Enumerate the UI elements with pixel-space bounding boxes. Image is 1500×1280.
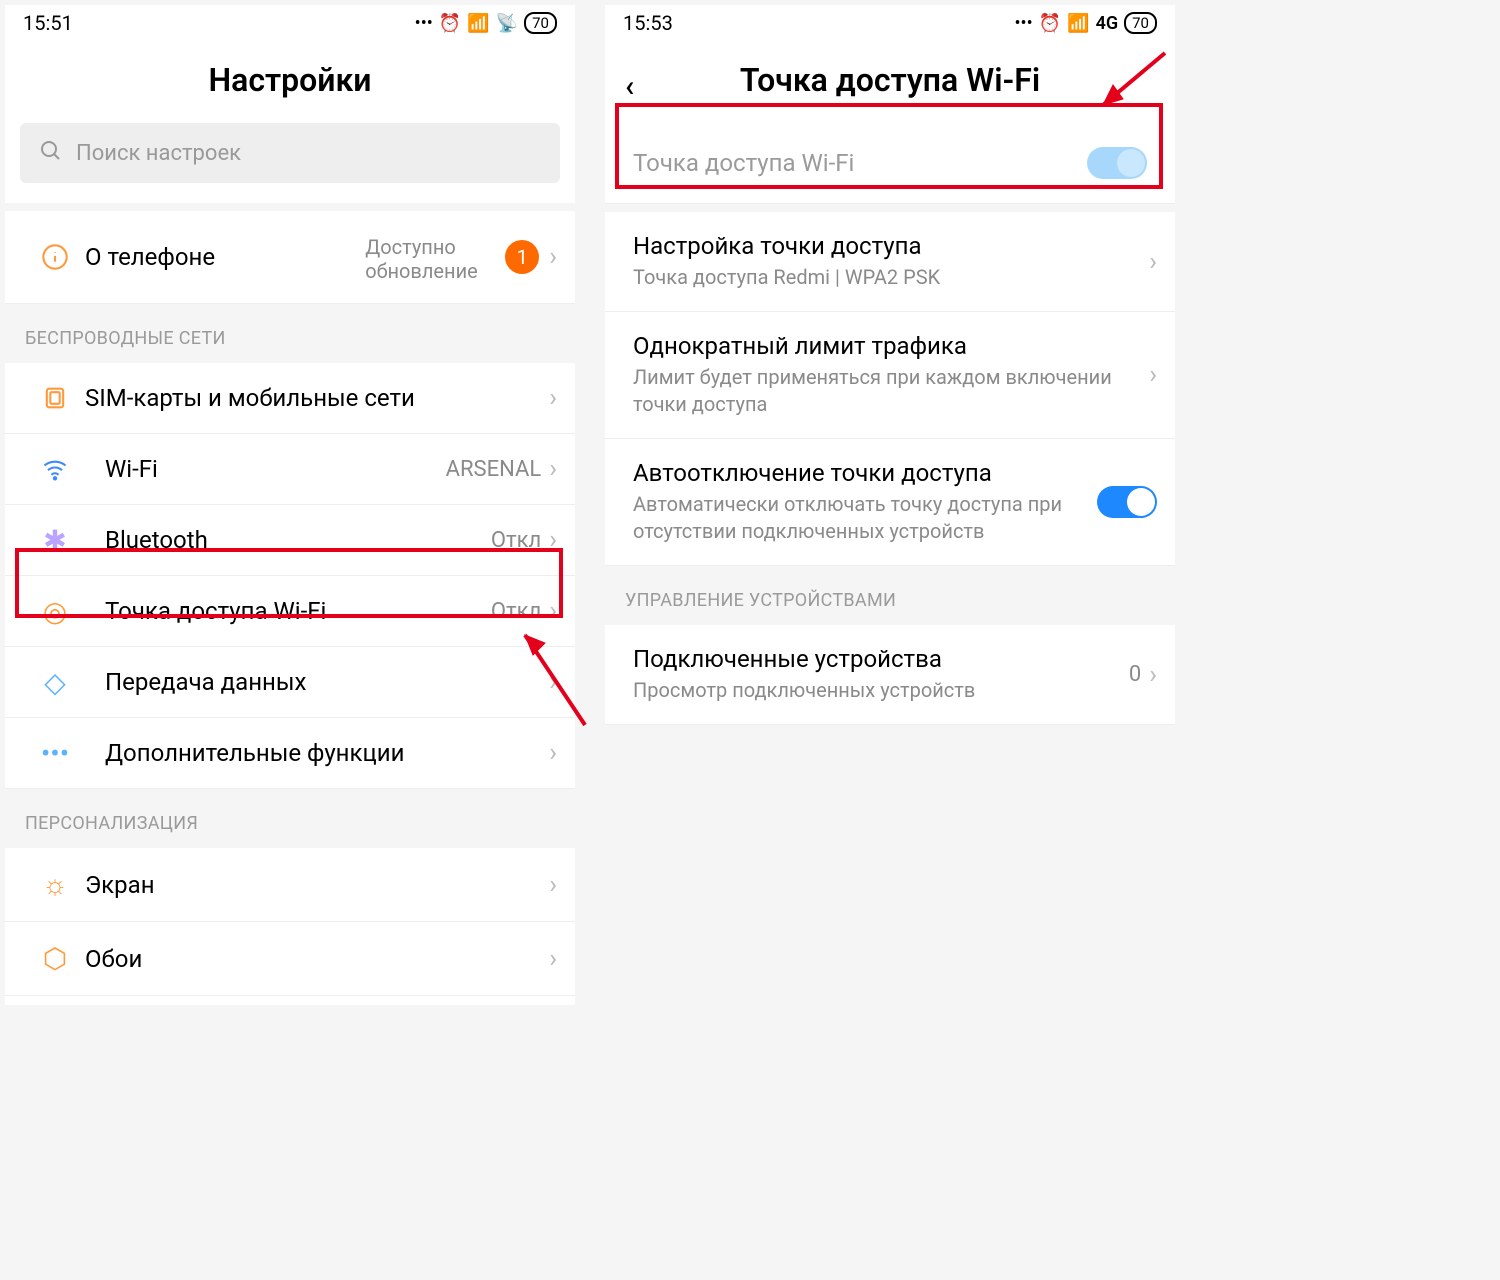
chevron-right-icon: › [549, 667, 557, 697]
status-bar: 15:51 ••• ⏰ 📶 📡 70 [5, 5, 575, 41]
display-icon: ☼ [25, 868, 85, 901]
info-icon [25, 243, 85, 271]
sim-icon [25, 384, 85, 412]
wifi-icon [25, 455, 85, 483]
update-badge: 1 [505, 240, 539, 274]
chevron-right-icon: › [549, 596, 557, 626]
row-subtitle: Просмотр подключенных устройств [633, 677, 1129, 704]
page-title: Настройки [5, 41, 575, 123]
search-placeholder: Поиск настроек [76, 141, 241, 166]
battery-icon: 70 [524, 12, 557, 34]
row-title: Подключенные устройства [633, 645, 1129, 673]
section-devices: УПРАВЛЕНИЕ УСТРОЙСТВАМИ [605, 566, 1175, 625]
chevron-right-icon: › [549, 870, 557, 900]
row-about-phone[interactable]: О телефоне Доступно обновление 1 › [5, 211, 575, 304]
row-title: Точка доступа Wi-Fi [633, 149, 1087, 177]
row-title: Экран [85, 871, 549, 899]
row-subtitle: Автоматически отключать точку доступа пр… [633, 491, 1097, 545]
chevron-right-icon: › [549, 738, 557, 768]
row-title: Bluetooth [105, 526, 491, 554]
row-traffic-limit[interactable]: Однократный лимит трафика Лимит будет пр… [605, 312, 1175, 439]
battery-icon: 70 [1124, 12, 1157, 34]
more-icon: ••• [415, 13, 433, 34]
row-connected-devices[interactable]: Подключенные устройства Просмотр подключ… [605, 625, 1175, 725]
row-data-usage[interactable]: ◇ Передача данных › [5, 647, 575, 718]
row-title: Настройка точки доступа [633, 232, 1149, 260]
alarm-icon: ⏰ [439, 13, 461, 34]
row-sim[interactable]: SIM-карты и мобильные сети › [5, 363, 575, 434]
row-title: Однократный лимит трафика [633, 332, 1149, 360]
wallpaper-icon: ⬡ [25, 942, 85, 975]
row-title: SIM-карты и мобильные сети [85, 384, 549, 412]
status-icons: ••• ⏰ 📶 4G 70 [1014, 12, 1157, 34]
row-title: Обои [85, 945, 549, 973]
row-auto-off[interactable]: Автоотключение точки доступа Автоматичес… [605, 439, 1175, 566]
row-value: Откл [491, 528, 541, 553]
signal-icon: 📶 [467, 13, 489, 34]
status-time: 15:51 [23, 11, 73, 35]
row-subtitle: Точка доступа Redmi | WPA2 PSK [633, 264, 1149, 291]
row-value: ARSENAL [446, 457, 542, 482]
chevron-right-icon: › [549, 944, 557, 974]
chevron-right-icon: › [1149, 360, 1157, 390]
alarm-icon: ⏰ [1039, 13, 1061, 34]
auto-off-toggle[interactable] [1097, 486, 1157, 518]
page-title: ‹ Точка доступа Wi-Fi [605, 41, 1175, 123]
row-value: 0 [1129, 662, 1141, 687]
row-value: Откл [491, 599, 541, 624]
more-icon: ••• [25, 737, 85, 770]
row-hotspot-toggle[interactable]: Точка доступа Wi-Fi [605, 123, 1175, 204]
more-icon: ••• [1014, 13, 1032, 34]
search-icon [38, 138, 62, 168]
row-wallpaper[interactable]: ⬡ Обои › [5, 922, 575, 996]
search-input[interactable]: Поиск настроек [20, 123, 560, 183]
chevron-right-icon: › [1149, 247, 1157, 277]
row-title: Дополнительные функции [105, 739, 549, 767]
status-bar: 15:53 ••• ⏰ 📶 4G 70 [605, 5, 1175, 41]
row-subtitle: Доступно обновление [365, 235, 505, 283]
row-hotspot[interactable]: ◎ Точка доступа Wi-Fi Откл › [5, 576, 575, 647]
status-time: 15:53 [623, 11, 673, 35]
bluetooth-icon: ✱ [25, 524, 85, 557]
chevron-right-icon: › [549, 525, 557, 555]
chevron-right-icon: › [549, 454, 557, 484]
row-hotspot-setup[interactable]: Настройка точки доступа Точка доступа Re… [605, 212, 1175, 312]
section-personalization: ПЕРСОНАЛИЗАЦИЯ [5, 789, 575, 848]
row-bluetooth[interactable]: ✱ Bluetooth Откл › [5, 505, 575, 576]
row-more[interactable]: ••• Дополнительные функции › [5, 718, 575, 789]
status-icons: ••• ⏰ 📶 📡 70 [415, 12, 557, 34]
row-title: Wi-Fi [105, 455, 446, 483]
hotspot-toggle[interactable] [1087, 147, 1147, 179]
row-subtitle: Лимит будет применяться при каждом включ… [633, 364, 1149, 418]
chevron-right-icon: › [549, 383, 557, 413]
signal-icon: 📶 [1067, 13, 1089, 34]
data-icon: ◇ [25, 666, 85, 699]
row-title: О телефоне [85, 243, 365, 271]
section-wireless: БЕСПРОВОДНЫЕ СЕТИ [5, 304, 575, 363]
row-display[interactable]: ☼ Экран › [5, 848, 575, 922]
network-label: 4G [1096, 13, 1119, 34]
row-title: Автоотключение точки доступа [633, 459, 1097, 487]
chevron-right-icon: › [549, 242, 557, 272]
wifi-icon: 📡 [496, 13, 518, 34]
hotspot-icon: ◎ [25, 595, 85, 628]
phone-right: 15:53 ••• ⏰ 📶 4G 70 ‹ Точка доступа Wi-F… [605, 5, 1175, 1005]
chevron-right-icon: › [1149, 660, 1157, 690]
back-button[interactable]: ‹ [625, 69, 634, 104]
row-title: Передача данных [105, 668, 549, 696]
row-wifi[interactable]: Wi-Fi ARSENAL › [5, 434, 575, 505]
row-title: Точка доступа Wi-Fi [105, 597, 491, 625]
phone-left: 15:51 ••• ⏰ 📶 📡 70 Настройки Поиск настр… [5, 5, 575, 1005]
